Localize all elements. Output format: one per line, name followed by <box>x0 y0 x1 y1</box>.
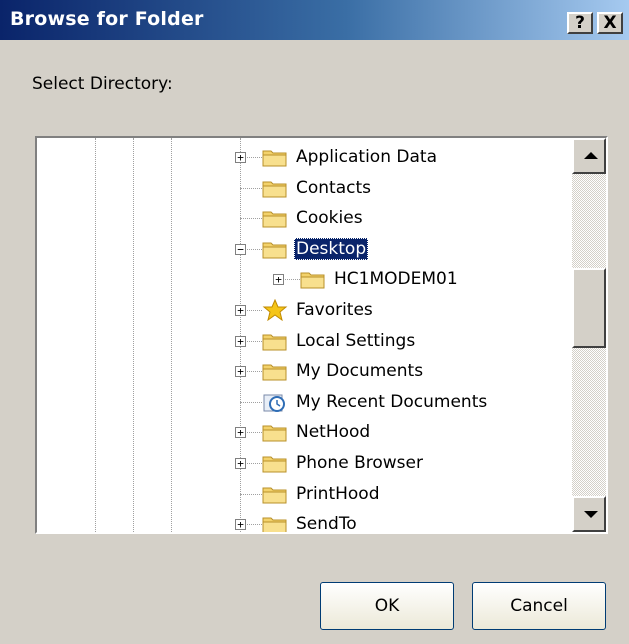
tree-item[interactable]: My Recent Documents <box>262 387 489 417</box>
star-icon <box>262 298 288 322</box>
scroll-up-button[interactable] <box>572 138 606 174</box>
arrow-down-icon <box>584 511 598 518</box>
tree-item-label: NetHood <box>296 422 371 443</box>
folder-icon <box>262 177 288 199</box>
dialog-title: Browse for Folder <box>10 8 204 30</box>
folder-icon <box>262 513 288 532</box>
tree-item[interactable]: HC1MODEM01 <box>300 264 460 294</box>
expand-icon[interactable]: + <box>235 335 246 347</box>
select-directory-label: Select Directory: <box>32 74 173 94</box>
tree-item-label: Cookies <box>296 208 363 229</box>
tree-item-label: PrintHood <box>296 483 380 504</box>
tree-item-label: Phone Browser <box>296 453 423 473</box>
scroll-thumb[interactable] <box>572 268 606 348</box>
expand-icon[interactable]: + <box>273 274 284 286</box>
tree-item-label: HC1MODEM01 <box>334 269 458 290</box>
folder-icon <box>262 452 288 474</box>
recent-docs-icon <box>262 391 288 413</box>
expand-icon[interactable]: + <box>235 458 246 469</box>
tree-item-label: SendTo <box>296 514 357 534</box>
folder-icon <box>262 483 288 505</box>
close-button[interactable]: X <box>597 12 623 34</box>
tree-item[interactable]: My Documents <box>262 356 425 386</box>
folder-tree[interactable]: + Application Data Contacts Cookies − Desktop… <box>35 136 608 534</box>
folder-icon <box>262 330 288 352</box>
tree-item[interactable]: PrintHood <box>262 479 381 509</box>
tree-item-label: My Recent Documents <box>296 391 488 412</box>
expand-icon[interactable]: + <box>235 427 246 439</box>
tree-item-label: Application Data <box>296 147 437 167</box>
expand-icon[interactable]: + <box>235 152 246 163</box>
folder-icon <box>262 146 288 168</box>
tree-item[interactable]: Favorites <box>262 295 375 325</box>
ok-button[interactable]: OK <box>320 582 454 630</box>
tree-guide-line <box>133 138 134 532</box>
collapse-icon[interactable]: − <box>235 243 246 255</box>
cancel-button[interactable]: Cancel <box>472 582 606 630</box>
tree-connector <box>240 401 262 403</box>
folder-icon <box>262 207 288 229</box>
folder-icon <box>262 421 288 443</box>
tree-connector <box>240 493 262 495</box>
tree-item[interactable]: Local Settings <box>262 326 417 356</box>
tree-item[interactable]: Cookies <box>262 203 365 233</box>
folder-icon <box>262 238 288 260</box>
vertical-scrollbar[interactable] <box>572 138 606 532</box>
tree-item-label: Local Settings <box>296 330 416 351</box>
folder-icon <box>262 360 288 382</box>
expand-icon[interactable]: + <box>235 366 246 378</box>
tree-item-label: Favorites <box>296 300 373 320</box>
tree-item[interactable]: Application Data <box>262 142 439 172</box>
expand-icon[interactable]: + <box>235 305 246 316</box>
tree-guide-line <box>95 138 96 532</box>
tree-item[interactable]: Desktop <box>262 234 369 264</box>
tree-item-label: Desktop <box>294 237 369 260</box>
scroll-down-button[interactable] <box>572 496 606 532</box>
tree-item[interactable]: Phone Browser <box>262 448 425 478</box>
browse-for-folder-dialog: Browse for Folder ? X Select Directory: … <box>0 0 629 644</box>
arrow-up-icon <box>584 152 598 159</box>
title-bar[interactable]: Browse for Folder ? X <box>0 0 629 40</box>
tree-connector <box>240 218 262 220</box>
tree-item-label: My Documents <box>296 361 424 382</box>
help-button[interactable]: ? <box>567 12 593 34</box>
tree-item[interactable]: Contacts <box>262 173 373 203</box>
expand-icon[interactable]: + <box>235 519 246 531</box>
folder-icon <box>300 268 326 290</box>
tree-item[interactable]: NetHood <box>262 417 372 447</box>
tree-connector <box>240 187 262 189</box>
tree-item-label: Contacts <box>296 177 371 198</box>
tree-item[interactable]: SendTo <box>262 509 359 534</box>
tree-guide-line <box>171 138 172 532</box>
